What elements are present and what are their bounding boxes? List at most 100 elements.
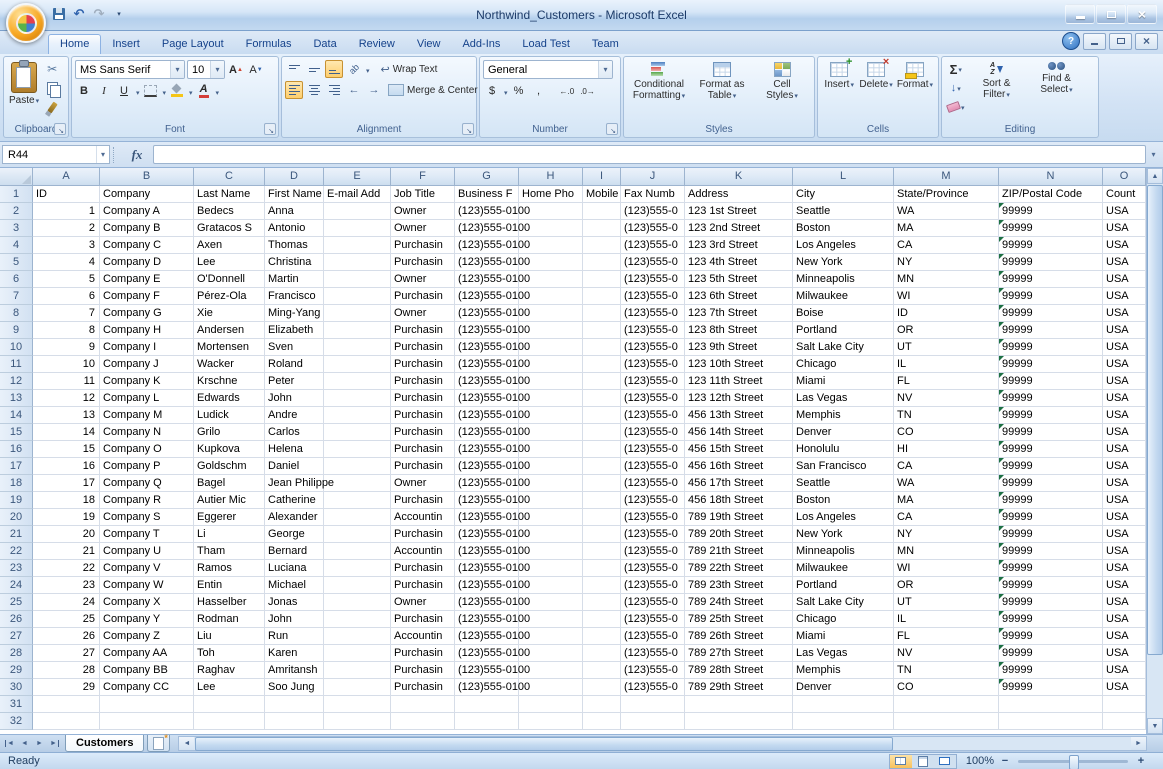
bold-button[interactable]: B xyxy=(75,82,93,100)
cell-C28[interactable]: Toh xyxy=(194,645,265,662)
cell-I6[interactable] xyxy=(583,271,621,288)
cell-F21[interactable]: Purchasin xyxy=(391,526,455,543)
scroll-up-button[interactable] xyxy=(1147,168,1163,184)
row-header-7[interactable]: 7 xyxy=(0,288,33,305)
cell-D13[interactable]: John xyxy=(265,390,324,407)
row-header-27[interactable]: 27 xyxy=(0,628,33,645)
align-right-button[interactable] xyxy=(325,81,343,99)
cell-D24[interactable]: Michael xyxy=(265,577,324,594)
cell-B28[interactable]: Company AA xyxy=(100,645,194,662)
cell-G15[interactable]: (123)555-0100 xyxy=(455,424,519,441)
cell-B1[interactable]: Company xyxy=(100,186,194,203)
cell-C13[interactable]: Edwards xyxy=(194,390,265,407)
cell-G16[interactable]: (123)555-0100 xyxy=(455,441,519,458)
cell-L4[interactable]: Los Angeles xyxy=(793,237,894,254)
cell-G17[interactable]: (123)555-0100 xyxy=(455,458,519,475)
column-header-A[interactable]: A xyxy=(33,168,100,186)
cell-M1[interactable]: State/Province xyxy=(894,186,999,203)
cell-K21[interactable]: 789 20th Street xyxy=(685,526,793,543)
cell-I15[interactable] xyxy=(583,424,621,441)
cell-K8[interactable]: 123 7th Street xyxy=(685,305,793,322)
cell-L10[interactable]: Salt Lake City xyxy=(793,339,894,356)
cell-J18[interactable]: (123)555-0 xyxy=(621,475,685,492)
undo-button[interactable]: ↶ xyxy=(70,5,88,23)
column-header-E[interactable]: E xyxy=(324,168,391,186)
cell-I7[interactable] xyxy=(583,288,621,305)
cell-O20[interactable]: USA xyxy=(1103,509,1146,526)
cell-B18[interactable]: Company Q xyxy=(100,475,194,492)
align-middle-button[interactable] xyxy=(305,60,323,78)
cell-F31[interactable] xyxy=(391,696,455,713)
cell-B2[interactable]: Company A xyxy=(100,203,194,220)
cell-C18[interactable]: Bagel xyxy=(194,475,265,492)
font-size-select[interactable]: 10 xyxy=(187,60,225,79)
cell-N5[interactable]: 99999 xyxy=(999,254,1103,271)
cell-N32[interactable] xyxy=(999,713,1103,730)
select-all-corner[interactable] xyxy=(0,168,33,186)
cell-O1[interactable]: Count xyxy=(1103,186,1146,203)
cell-C15[interactable]: Grilo xyxy=(194,424,265,441)
cell-M17[interactable]: CA xyxy=(894,458,999,475)
cell-B25[interactable]: Company X xyxy=(100,594,194,611)
cell-D10[interactable]: Sven xyxy=(265,339,324,356)
cell-E31[interactable] xyxy=(324,696,391,713)
cell-C8[interactable]: Xie xyxy=(194,305,265,322)
cell-G28[interactable]: (123)555-0100 xyxy=(455,645,519,662)
cell-J23[interactable]: (123)555-0 xyxy=(621,560,685,577)
cell-K26[interactable]: 789 25th Street xyxy=(685,611,793,628)
cell-A3[interactable]: 2 xyxy=(33,220,100,237)
cell-N23[interactable]: 99999 xyxy=(999,560,1103,577)
cell-E2[interactable] xyxy=(324,203,391,220)
horizontal-scrollbar[interactable] xyxy=(178,736,1147,751)
cell-A11[interactable]: 10 xyxy=(33,356,100,373)
cell-M32[interactable] xyxy=(894,713,999,730)
cell-M6[interactable]: MN xyxy=(894,271,999,288)
cell-B16[interactable]: Company O xyxy=(100,441,194,458)
cell-K28[interactable]: 789 27th Street xyxy=(685,645,793,662)
fill-color-dropdown[interactable] xyxy=(188,82,193,100)
cell-G20[interactable]: (123)555-0100 xyxy=(455,509,519,526)
cell-N7[interactable]: 99999 xyxy=(999,288,1103,305)
cell-G24[interactable]: (123)555-0100 xyxy=(455,577,519,594)
cell-D8[interactable]: Ming-Yang xyxy=(265,305,324,322)
cell-J24[interactable]: (123)555-0 xyxy=(621,577,685,594)
cell-E5[interactable] xyxy=(324,254,391,271)
cell-L27[interactable]: Miami xyxy=(793,628,894,645)
cell-B13[interactable]: Company L xyxy=(100,390,194,407)
cell-O32[interactable] xyxy=(1103,713,1146,730)
cell-B19[interactable]: Company R xyxy=(100,492,194,509)
cell-K30[interactable]: 789 29th Street xyxy=(685,679,793,696)
cell-I1[interactable]: Mobile xyxy=(583,186,621,203)
cell-L12[interactable]: Miami xyxy=(793,373,894,390)
cell-B29[interactable]: Company BB xyxy=(100,662,194,679)
cell-A8[interactable]: 7 xyxy=(33,305,100,322)
cell-C20[interactable]: Eggerer xyxy=(194,509,265,526)
cell-J8[interactable]: (123)555-0 xyxy=(621,305,685,322)
cell-B31[interactable] xyxy=(100,696,194,713)
cell-F20[interactable]: Accountin xyxy=(391,509,455,526)
cell-C21[interactable]: Li xyxy=(194,526,265,543)
cell-O22[interactable]: USA xyxy=(1103,543,1146,560)
column-header-C[interactable]: C xyxy=(194,168,265,186)
cell-B8[interactable]: Company G xyxy=(100,305,194,322)
cell-F6[interactable]: Owner xyxy=(391,271,455,288)
row-header-21[interactable]: 21 xyxy=(0,526,33,543)
cell-E11[interactable] xyxy=(324,356,391,373)
cell-J22[interactable]: (123)555-0 xyxy=(621,543,685,560)
cell-L14[interactable]: Memphis xyxy=(793,407,894,424)
cell-O18[interactable]: USA xyxy=(1103,475,1146,492)
row-header-5[interactable]: 5 xyxy=(0,254,33,271)
cell-M5[interactable]: NY xyxy=(894,254,999,271)
cell-K7[interactable]: 123 6th Street xyxy=(685,288,793,305)
row-header-25[interactable]: 25 xyxy=(0,594,33,611)
cell-G6[interactable]: (123)555-0100 xyxy=(455,271,519,288)
cell-C4[interactable]: Axen xyxy=(194,237,265,254)
cell-B20[interactable]: Company S xyxy=(100,509,194,526)
column-header-J[interactable]: J xyxy=(621,168,685,186)
cell-K13[interactable]: 123 12th Street xyxy=(685,390,793,407)
cell-A16[interactable]: 15 xyxy=(33,441,100,458)
cell-L21[interactable]: New York xyxy=(793,526,894,543)
cell-K31[interactable] xyxy=(685,696,793,713)
cell-B10[interactable]: Company I xyxy=(100,339,194,356)
cell-N4[interactable]: 99999 xyxy=(999,237,1103,254)
